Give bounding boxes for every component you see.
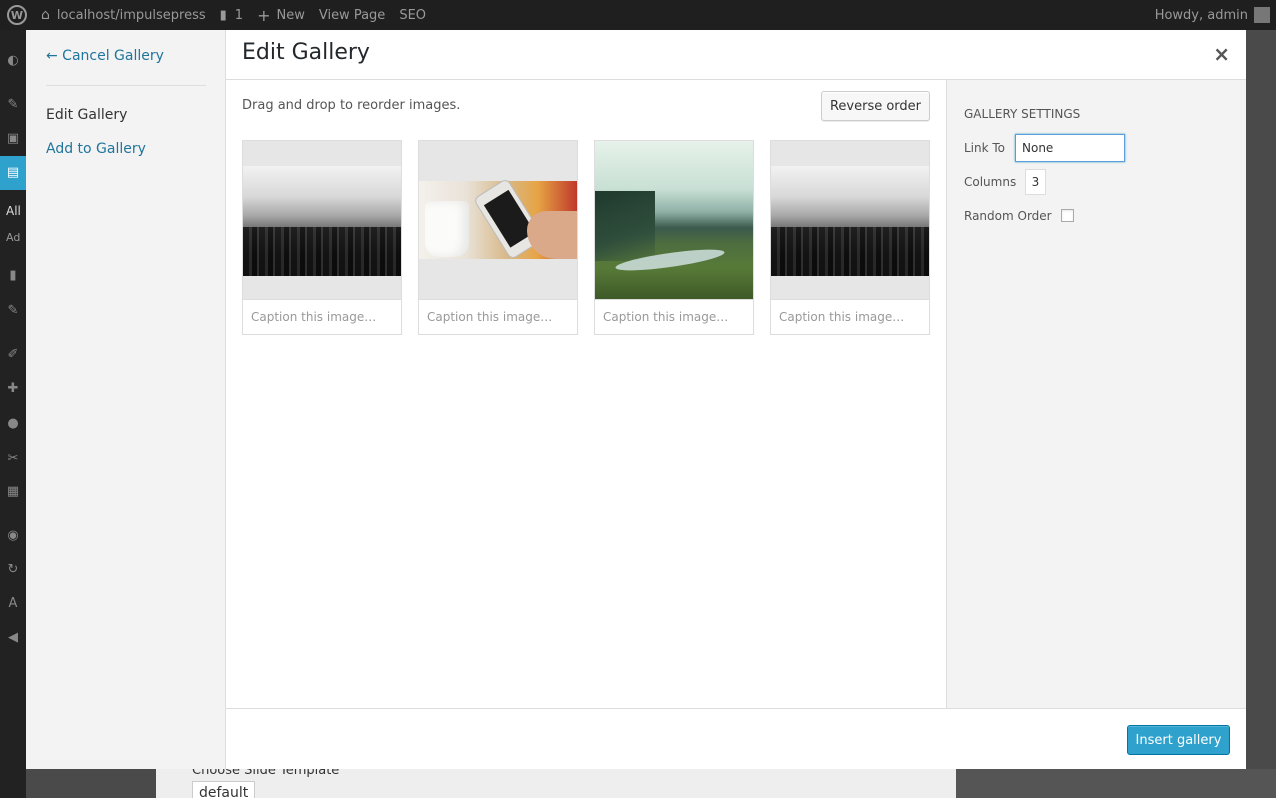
caption-input[interactable]	[594, 300, 754, 335]
howdy-label: Howdy, admin	[1154, 7, 1248, 23]
gallery-settings-sidebar: Gallery Settings Link To None Columns 3 …	[946, 80, 1246, 708]
settings-icon[interactable]: ▦	[4, 483, 22, 501]
menu-separator	[46, 85, 206, 86]
comments-count: 1	[234, 7, 244, 23]
font-icon[interactable]: A	[4, 595, 22, 613]
gallery-thumbnail[interactable]	[594, 140, 754, 300]
caption-input[interactable]	[242, 300, 402, 335]
random-order-checkbox[interactable]	[1061, 209, 1074, 222]
gallery-thumbnail[interactable]	[242, 140, 402, 300]
pin-icon[interactable]: ✎	[4, 96, 22, 114]
phone-in-hand-photo	[419, 177, 577, 261]
city-skyline-photo	[243, 166, 401, 276]
new-label: New	[276, 7, 305, 23]
submenu-all-pages[interactable]: All	[6, 204, 21, 218]
my-account-link[interactable]: Howdy, admin	[1148, 0, 1276, 30]
wordpress-logo-icon[interactable]: W	[0, 0, 34, 30]
new-content-link[interactable]: + New	[250, 0, 312, 30]
avatar	[1254, 7, 1270, 23]
users-icon[interactable]: ●	[4, 415, 22, 433]
river-valley-photo	[595, 141, 753, 299]
menu-item-add-to-gallery[interactable]: Add to Gallery	[46, 141, 146, 157]
gallery-thumbnail[interactable]	[418, 140, 578, 300]
cancel-gallery-link[interactable]: ← Cancel Gallery	[46, 48, 164, 64]
close-icon[interactable]: ×	[1213, 44, 1230, 64]
plus-icon: +	[257, 5, 271, 25]
appearance-icon[interactable]: ✐	[4, 346, 22, 364]
slide-template-select[interactable]: default	[192, 781, 256, 798]
columns-label: Columns	[964, 175, 1017, 189]
submenu-add-new[interactable]: Ad	[6, 231, 20, 244]
home-icon: ⌂	[41, 7, 50, 23]
link-to-label: Link To	[964, 141, 1006, 155]
pages-icon[interactable]: ▤	[0, 156, 26, 190]
comments-icon[interactable]: ▮	[4, 267, 22, 285]
refresh-icon[interactable]: ↻	[4, 561, 22, 579]
site-name-label: localhost/impulsepress	[56, 7, 206, 23]
reorder-instructions: Drag and drop to reorder images.	[242, 98, 461, 113]
admin-menu: ◐ ✎ ▣ ▤ All Ad ▮ ✎ ✐ ✚ ● ✂ ▦ ◉ ↻ A ◀	[0, 30, 26, 798]
insert-gallery-button[interactable]: Insert gallery	[1127, 725, 1230, 755]
reverse-order-button[interactable]: Reverse order	[821, 91, 930, 121]
caption-input[interactable]	[770, 300, 930, 335]
modal-title: Edit Gallery	[242, 40, 370, 65]
seo-icon[interactable]: ◉	[4, 527, 22, 545]
media-icon[interactable]: ▣	[4, 130, 22, 148]
gallery-item	[770, 140, 930, 335]
page-editor-behind: Choose Slide Template default	[156, 763, 956, 798]
gallery-content: Drag and drop to reorder images. Reverse…	[226, 80, 946, 708]
admin-bar: W ⌂ localhost/impulsepress ▮ 1 + New Vie…	[0, 0, 1276, 30]
columns-select[interactable]: 3	[1025, 169, 1046, 195]
overlay-backdrop	[956, 769, 1276, 798]
media-modal: ← Cancel Gallery Edit Gallery Add to Gal…	[26, 30, 1246, 769]
collapse-icon[interactable]: ◀	[4, 629, 22, 647]
modal-toolbar: Insert gallery	[226, 708, 1246, 769]
random-order-label: Random Order	[964, 209, 1052, 223]
gallery-item	[242, 140, 402, 335]
pin-icon[interactable]: ✎	[4, 302, 22, 320]
view-page-link[interactable]: View Page	[312, 0, 392, 30]
modal-title-bar: Edit Gallery ×	[226, 30, 1246, 80]
site-name-link[interactable]: ⌂ localhost/impulsepress	[34, 0, 213, 30]
gallery-settings-heading: Gallery Settings	[964, 107, 1081, 121]
link-to-select[interactable]: None	[1015, 134, 1125, 162]
gallery-item	[418, 140, 578, 335]
city-skyline-photo	[771, 166, 929, 276]
gallery-item	[594, 140, 754, 335]
gallery-thumbnail[interactable]	[770, 140, 930, 300]
tools-icon[interactable]: ✂	[4, 450, 22, 468]
comment-icon: ▮	[219, 7, 227, 23]
media-menu: ← Cancel Gallery Edit Gallery Add to Gal…	[26, 30, 226, 769]
seo-link[interactable]: SEO	[392, 0, 433, 30]
menu-item-edit-gallery[interactable]: Edit Gallery	[46, 107, 127, 123]
dashboard-icon[interactable]: ◐	[4, 52, 22, 70]
plugins-icon[interactable]: ✚	[4, 380, 22, 398]
comments-link[interactable]: ▮ 1	[213, 0, 250, 30]
caption-input[interactable]	[418, 300, 578, 335]
